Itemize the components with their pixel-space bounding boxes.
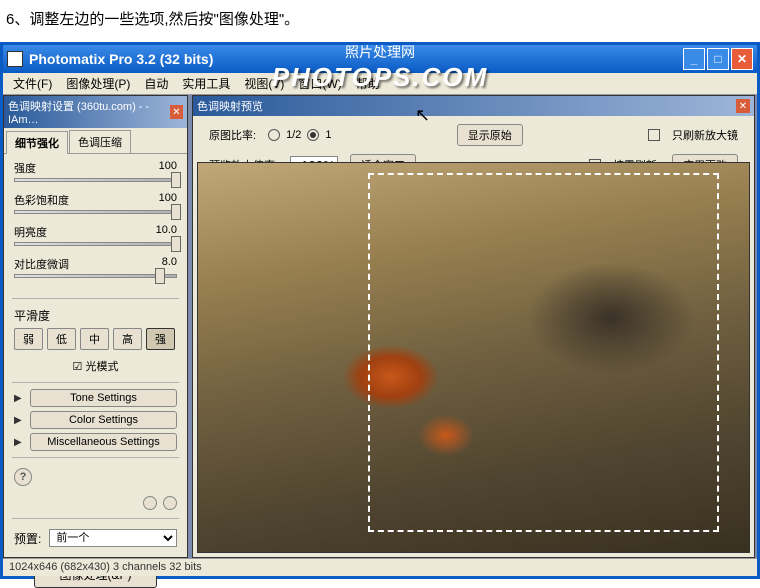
close-button[interactable]: ✕ <box>731 48 753 70</box>
tone-mapping-preview-panel: 色调映射预览 ✕ 原图比率: 1/2 1 显示原始 只刷新放大镜 预览放大倍率: <box>192 95 755 558</box>
slider-group: 强度 100 色彩饱和度 100 明亮度 10.0 <box>4 154 187 294</box>
preview-panel-close-icon[interactable]: ✕ <box>736 99 750 113</box>
history-controls <box>4 492 187 514</box>
tab-tone-compress[interactable]: 色调压缩 <box>69 130 131 153</box>
magnifier-only-checkbox[interactable] <box>648 129 660 141</box>
smooth-weak-button[interactable]: 弱 <box>14 328 43 350</box>
selection-marquee[interactable] <box>368 173 719 532</box>
preset-label: 预置: <box>14 530 41 547</box>
ratio-half-radio[interactable] <box>268 129 280 141</box>
left-panel-close-icon[interactable]: ✕ <box>170 105 183 119</box>
minimize-button[interactable]: _ <box>683 48 705 70</box>
expand-tone-icon[interactable]: ▶ <box>14 393 24 404</box>
menu-file[interactable]: 文件(F) <box>7 73 58 94</box>
saturation-label: 色彩饱和度 <box>14 192 69 208</box>
misc-settings-button[interactable]: Miscellaneous Settings <box>30 433 177 451</box>
ratio-one-label: 1 <box>325 129 331 141</box>
smoothing-group: 平滑度 弱 低 中 高 强 <box>4 303 187 354</box>
show-original-button[interactable]: 显示原始 <box>457 124 523 146</box>
expand-color-icon[interactable]: ▶ <box>14 415 24 426</box>
left-panel-tabs: 细节强化 色调压缩 <box>4 128 187 154</box>
smooth-high-button[interactable]: 高 <box>113 328 142 350</box>
magnifier-only-label: 只刷新放大镜 <box>672 127 738 143</box>
ratio-half-label: 1/2 <box>286 129 301 141</box>
left-panel-title: 色调映射设置 (360tu.com) - -IAm… <box>8 98 170 126</box>
menu-auto[interactable]: 自动 <box>138 73 174 94</box>
strength-slider[interactable] <box>14 178 177 182</box>
titlebar: Photomatix Pro 3.2 (32 bits) _ □ ✕ <box>3 45 757 73</box>
menu-utilities[interactable]: 实用工具 <box>176 73 236 94</box>
light-mode-checkbox[interactable]: ☑ 光模式 <box>4 354 187 378</box>
statusbar: 1024x646 (682x430) 3 channels 32 bits <box>3 558 757 576</box>
tone-mapping-settings-panel: 色调映射设置 (360tu.com) - -IAm… ✕ 细节强化 色调压缩 强… <box>3 95 188 558</box>
saturation-slider[interactable] <box>14 210 177 214</box>
menubar: 文件(F) 图像处理(P) 自动 实用工具 视图(V) 窗口(W) 帮助 <box>3 73 757 95</box>
luminosity-label: 明亮度 <box>14 224 47 240</box>
titlebar-text: Photomatix Pro 3.2 (32 bits) <box>29 51 683 67</box>
smooth-strong-button[interactable]: 强 <box>146 328 175 350</box>
menu-window[interactable]: 窗口(W) <box>292 73 347 94</box>
contrast-label: 对比度微调 <box>14 256 69 272</box>
menu-image-process[interactable]: 图像处理(P) <box>60 73 136 94</box>
preset-select[interactable]: 前一个 <box>49 529 177 547</box>
tab-detail-enhance[interactable]: 细节强化 <box>6 131 68 154</box>
contrast-slider[interactable] <box>14 274 177 278</box>
undo-button[interactable] <box>143 496 157 510</box>
expand-misc-icon[interactable]: ▶ <box>14 437 24 448</box>
color-settings-button[interactable]: Color Settings <box>30 411 177 429</box>
preview-controls-row1: 原图比率: 1/2 1 显示原始 只刷新放大镜 <box>193 116 754 154</box>
smooth-low-button[interactable]: 低 <box>47 328 76 350</box>
smooth-mid-button[interactable]: 中 <box>80 328 109 350</box>
menu-view[interactable]: 视图(V) <box>238 73 290 94</box>
ratio-one-radio[interactable] <box>307 129 319 141</box>
strength-label: 强度 <box>14 160 36 176</box>
preview-panel-title: 色调映射预览 <box>197 98 263 114</box>
luminosity-slider[interactable] <box>14 242 177 246</box>
app-window: Photomatix Pro 3.2 (32 bits) _ □ ✕ 文件(F)… <box>0 42 760 579</box>
app-icon <box>7 51 23 67</box>
preview-panel-titlebar: 色调映射预览 ✕ <box>193 96 754 116</box>
menu-help[interactable]: 帮助 <box>350 73 386 94</box>
workspace: 色调映射设置 (360tu.com) - -IAm… ✕ 细节强化 色调压缩 强… <box>3 95 757 558</box>
smoothing-label: 平滑度 <box>14 309 50 323</box>
ratio-label: 原图比率: <box>209 127 256 143</box>
help-icon[interactable]: ? <box>14 468 32 486</box>
left-panel-titlebar: 色调映射设置 (360tu.com) - -IAm… ✕ <box>4 96 187 128</box>
preview-image[interactable] <box>197 162 750 553</box>
instruction-text: 6、调整左边的一些选项,然后按"图像处理"。 <box>0 0 760 37</box>
maximize-button[interactable]: □ <box>707 48 729 70</box>
redo-button[interactable] <box>163 496 177 510</box>
tone-settings-button[interactable]: Tone Settings <box>30 389 177 407</box>
